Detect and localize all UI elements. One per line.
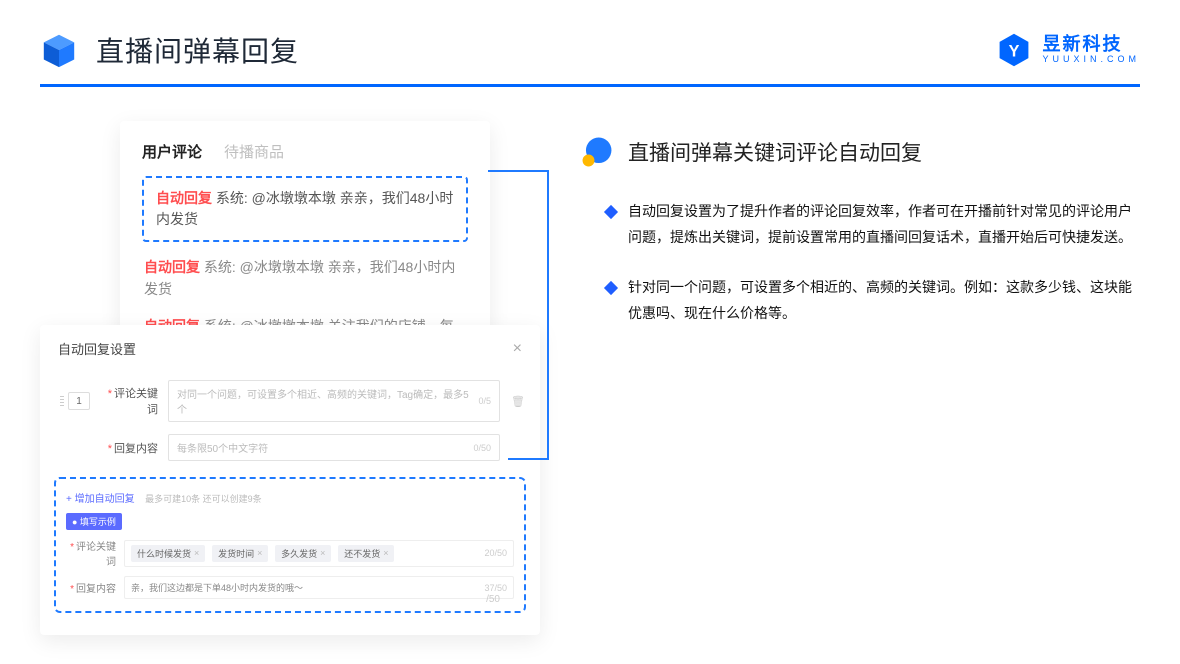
tag-pill[interactable]: 多久发货× [275,545,331,562]
keyword-counter: 0/5 [478,396,491,406]
page-title: 直播间弹幕回复 [96,30,299,70]
reply-input[interactable]: 每条限50个中文字符 0/50 [168,434,500,461]
tag-remove-icon[interactable]: × [257,548,262,558]
header-left: 直播间弹幕回复 [40,30,299,70]
diamond-icon [604,281,618,295]
brand-sub: YUUXIN.COM [1042,55,1140,65]
keyword-input[interactable]: 对同一个问题，可设置多个相近、高频的关键词，Tag确定，最多5个 0/5 [168,380,500,422]
index-input[interactable] [68,392,90,410]
main-area: 用户评论 待播商品 自动回复 系统: @冰墩墩本墩 亲亲，我们48小时内发货 自… [0,87,1180,327]
auto-reply-tag: 自动回复 [144,259,200,275]
reply-placeholder: 每条限50个中文字符 [177,440,268,455]
svg-text:Y: Y [1009,42,1020,60]
reply-label: *回复内容 [100,440,158,456]
settings-header: 自动回复设置 × [54,339,526,368]
right-heading: 直播间弹幕关键词评论自动回复 [580,135,1140,169]
example-reply-input[interactable]: 亲，我们这边都是下单48小时内发货的哦～ 37/50 [124,576,514,599]
reply-counter: 0/50 [473,443,491,453]
example-keyword-input[interactable]: 什么时候发货× 发货时间× 多久发货× 还不发货× 20/50 [124,540,514,567]
right-column: 直播间弹幕关键词评论自动回复 自动回复设置为了提升作者的评论回复效率，作者可在开… [580,111,1140,327]
example-keyword-label: *评论关键词 [66,538,116,568]
drag-handle-icon[interactable] [60,396,64,406]
example-box: + 增加自动回复 最多可建10条 还可以创建9条 ● 填写示例 *评论关键词 什… [54,477,526,613]
tag-remove-icon[interactable]: × [194,548,199,558]
comment-tabs: 用户评论 待播商品 [142,141,468,162]
tag-pill[interactable]: 发货时间× [212,545,268,562]
brand-name: 昱新科技 [1042,35,1140,55]
add-row: + 增加自动回复 最多可建10条 还可以创建9条 [66,489,514,507]
auto-reply-tag: 自动回复 [156,190,212,206]
example-reply-label: *回复内容 [66,580,116,595]
close-icon[interactable]: × [513,340,522,358]
keyword-row: *评论关键词 对同一个问题，可设置多个相近、高频的关键词，Tag确定，最多5个 … [54,380,526,422]
example-keyword-counter: 20/50 [484,548,507,558]
brand-text: 昱新科技 YUUXIN.COM [1042,35,1140,65]
tab-user-comments[interactable]: 用户评论 [142,141,202,162]
right-title: 直播间弹幕关键词评论自动回复 [628,137,922,167]
outer-counter: /50 [486,594,500,605]
trash-icon[interactable]: 🗑 [510,395,526,408]
highlighted-comment: 自动回复 系统: @冰墩墩本墩 亲亲，我们48小时内发货 [142,176,468,242]
bullet-2-text: 针对同一个问题，可设置多个相近的、高频的关键词。例如：这款多少钱、这块能优惠吗、… [628,275,1140,327]
example-tags-container: 什么时候发货× 发货时间× 多久发货× 还不发货× [131,545,398,562]
left-column: 用户评论 待播商品 自动回复 系统: @冰墩墩本墩 亲亲，我们48小时内发货 自… [40,111,540,327]
example-badge: ● 填写示例 [66,513,122,530]
settings-card: 自动回复设置 × *评论关键词 对同一个问题，可设置多个相近、高频的关键词，Ta… [40,325,540,635]
comment-item-2: 自动回复 系统: @冰墩墩本墩 亲亲，我们48小时内发货 [142,256,468,301]
settings-title: 自动回复设置 [58,339,136,358]
example-reply-text: 亲，我们这边都是下单48小时内发货的哦～ [131,581,303,594]
bullet-1: 自动回复设置为了提升作者的评论回复效率，作者可在开播前针对常见的评论用户问题，提… [580,199,1140,251]
cube-icon [40,31,78,69]
tag-pill[interactable]: 还不发货× [338,545,394,562]
keyword-placeholder: 对同一个问题，可设置多个相近、高频的关键词，Tag确定，最多5个 [177,386,478,416]
bullet-2: 针对同一个问题，可设置多个相近的、高频的关键词。例如：这款多少钱、这块能优惠吗、… [580,275,1140,327]
brand-hex-icon: Y [996,32,1032,68]
add-hint: 最多可建10条 还可以创建9条 [145,494,262,504]
example-reply-row: *回复内容 亲，我们这边都是下单48小时内发货的哦～ 37/50 [66,576,514,599]
tag-remove-icon[interactable]: × [383,548,388,558]
chat-bubble-icon [580,135,614,169]
brand-logo: Y 昱新科技 YUUXIN.COM [996,32,1140,68]
tag-remove-icon[interactable]: × [320,548,325,558]
reply-row: *回复内容 每条限50个中文字符 0/50 [54,434,526,461]
example-reply-counter: 37/50 [484,583,507,593]
row-index [60,392,90,410]
example-keyword-row: *评论关键词 什么时候发货× 发货时间× 多久发货× 还不发货× 20/50 [66,538,514,568]
tab-pending-products[interactable]: 待播商品 [224,141,284,162]
add-auto-reply-link[interactable]: + 增加自动回复 [66,494,135,505]
bullet-1-text: 自动回复设置为了提升作者的评论回复效率，作者可在开播前针对常见的评论用户问题，提… [628,199,1140,251]
keyword-label: *评论关键词 [100,385,158,417]
tag-pill[interactable]: 什么时候发货× [131,545,205,562]
diamond-icon [604,205,618,219]
page-header: 直播间弹幕回复 Y 昱新科技 YUUXIN.COM [0,0,1180,70]
